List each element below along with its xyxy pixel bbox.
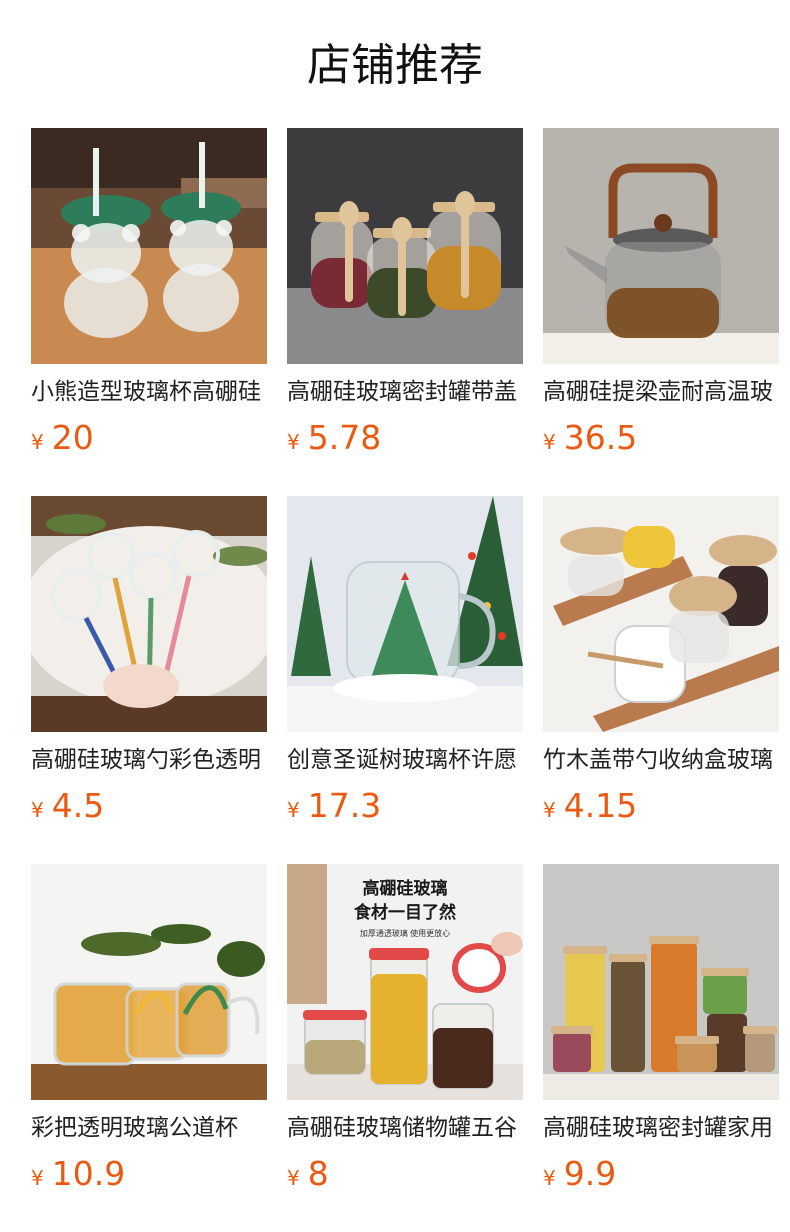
product-image[interactable] <box>31 864 267 1100</box>
currency-symbol: ¥ <box>31 430 44 454</box>
product-price: ¥8 <box>287 1152 329 1196</box>
price-value: 8 <box>307 1154 329 1193</box>
product-name[interactable]: 竹木盖带勺收纳盒玻璃 <box>543 744 779 776</box>
price-value: 5.78 <box>307 418 382 457</box>
currency-symbol: ¥ <box>31 1166 44 1190</box>
price-value: 4.15 <box>563 786 638 825</box>
currency-symbol: ¥ <box>287 430 300 454</box>
currency-symbol: ¥ <box>287 798 300 822</box>
page-title: 店铺推荐 <box>307 40 483 91</box>
product-card[interactable]: 高硼硅提梁壶耐高温玻 ¥36.5 <box>543 128 779 468</box>
price-value: 4.5 <box>51 786 105 825</box>
product-image[interactable] <box>287 128 523 364</box>
product-price: ¥17.3 <box>287 784 381 828</box>
product-image[interactable] <box>31 128 267 364</box>
product-card[interactable]: 彩把透明玻璃公道杯 ¥10.9 <box>31 864 267 1204</box>
product-name[interactable]: 高硼硅玻璃勺彩色透明 <box>31 744 267 776</box>
product-image[interactable]: 高硼硅玻璃 食材一目了然 加厚通透玻璃 使用更放心 <box>287 864 523 1100</box>
product-card[interactable]: 竹木盖带勺收纳盒玻璃 ¥4.15 <box>543 496 779 836</box>
product-card[interactable]: 高硼硅玻璃密封罐家用 ¥9.9 <box>543 864 779 1204</box>
product-image[interactable] <box>543 128 779 364</box>
currency-symbol: ¥ <box>543 1166 556 1190</box>
currency-symbol: ¥ <box>31 798 44 822</box>
product-price: ¥9.9 <box>543 1152 616 1196</box>
currency-symbol: ¥ <box>543 798 556 822</box>
product-card[interactable]: 创意圣诞树玻璃杯许愿 ¥17.3 <box>287 496 523 836</box>
product-image[interactable] <box>31 496 267 732</box>
product-card[interactable]: 高硼硅玻璃 食材一目了然 加厚通透玻璃 使用更放心 高硼硅玻璃储物罐五谷 ¥8 <box>287 864 523 1204</box>
product-card[interactable]: 高硼硅玻璃勺彩色透明 ¥4.5 <box>31 496 267 836</box>
product-price: ¥5.78 <box>287 416 381 460</box>
product-name[interactable]: 高硼硅玻璃密封罐带盖 <box>287 376 523 408</box>
price-value: 20 <box>51 418 94 457</box>
product-name[interactable]: 彩把透明玻璃公道杯 <box>31 1112 267 1144</box>
product-card[interactable]: 小熊造型玻璃杯高硼硅 ¥20 <box>31 128 267 468</box>
price-value: 17.3 <box>307 786 382 825</box>
product-price: ¥36.5 <box>543 416 637 460</box>
product-name[interactable]: 高硼硅玻璃储物罐五谷 <box>287 1112 523 1144</box>
product-price: ¥4.15 <box>543 784 637 828</box>
product-name[interactable]: 创意圣诞树玻璃杯许愿 <box>287 744 523 776</box>
promo-subline: 加厚通透玻璃 使用更放心 <box>360 928 450 938</box>
product-image[interactable] <box>287 496 523 732</box>
price-value: 36.5 <box>563 418 638 457</box>
currency-symbol: ¥ <box>543 430 556 454</box>
price-value: 10.9 <box>51 1154 126 1193</box>
product-image[interactable] <box>543 864 779 1100</box>
promo-headline-1: 高硼硅玻璃 <box>363 878 448 898</box>
product-card[interactable]: 高硼硅玻璃密封罐带盖 ¥5.78 <box>287 128 523 468</box>
product-price: ¥4.5 <box>31 784 104 828</box>
currency-symbol: ¥ <box>287 1166 300 1190</box>
price-value: 9.9 <box>563 1154 617 1193</box>
product-name[interactable]: 小熊造型玻璃杯高硼硅 <box>31 376 267 408</box>
promo-headline-2: 食材一目了然 <box>354 902 456 922</box>
product-image[interactable] <box>543 496 779 732</box>
product-price: ¥10.9 <box>31 1152 125 1196</box>
product-name[interactable]: 高硼硅玻璃密封罐家用 <box>543 1112 779 1144</box>
product-name[interactable]: 高硼硅提梁壶耐高温玻 <box>543 376 779 408</box>
product-price: ¥20 <box>31 416 94 460</box>
